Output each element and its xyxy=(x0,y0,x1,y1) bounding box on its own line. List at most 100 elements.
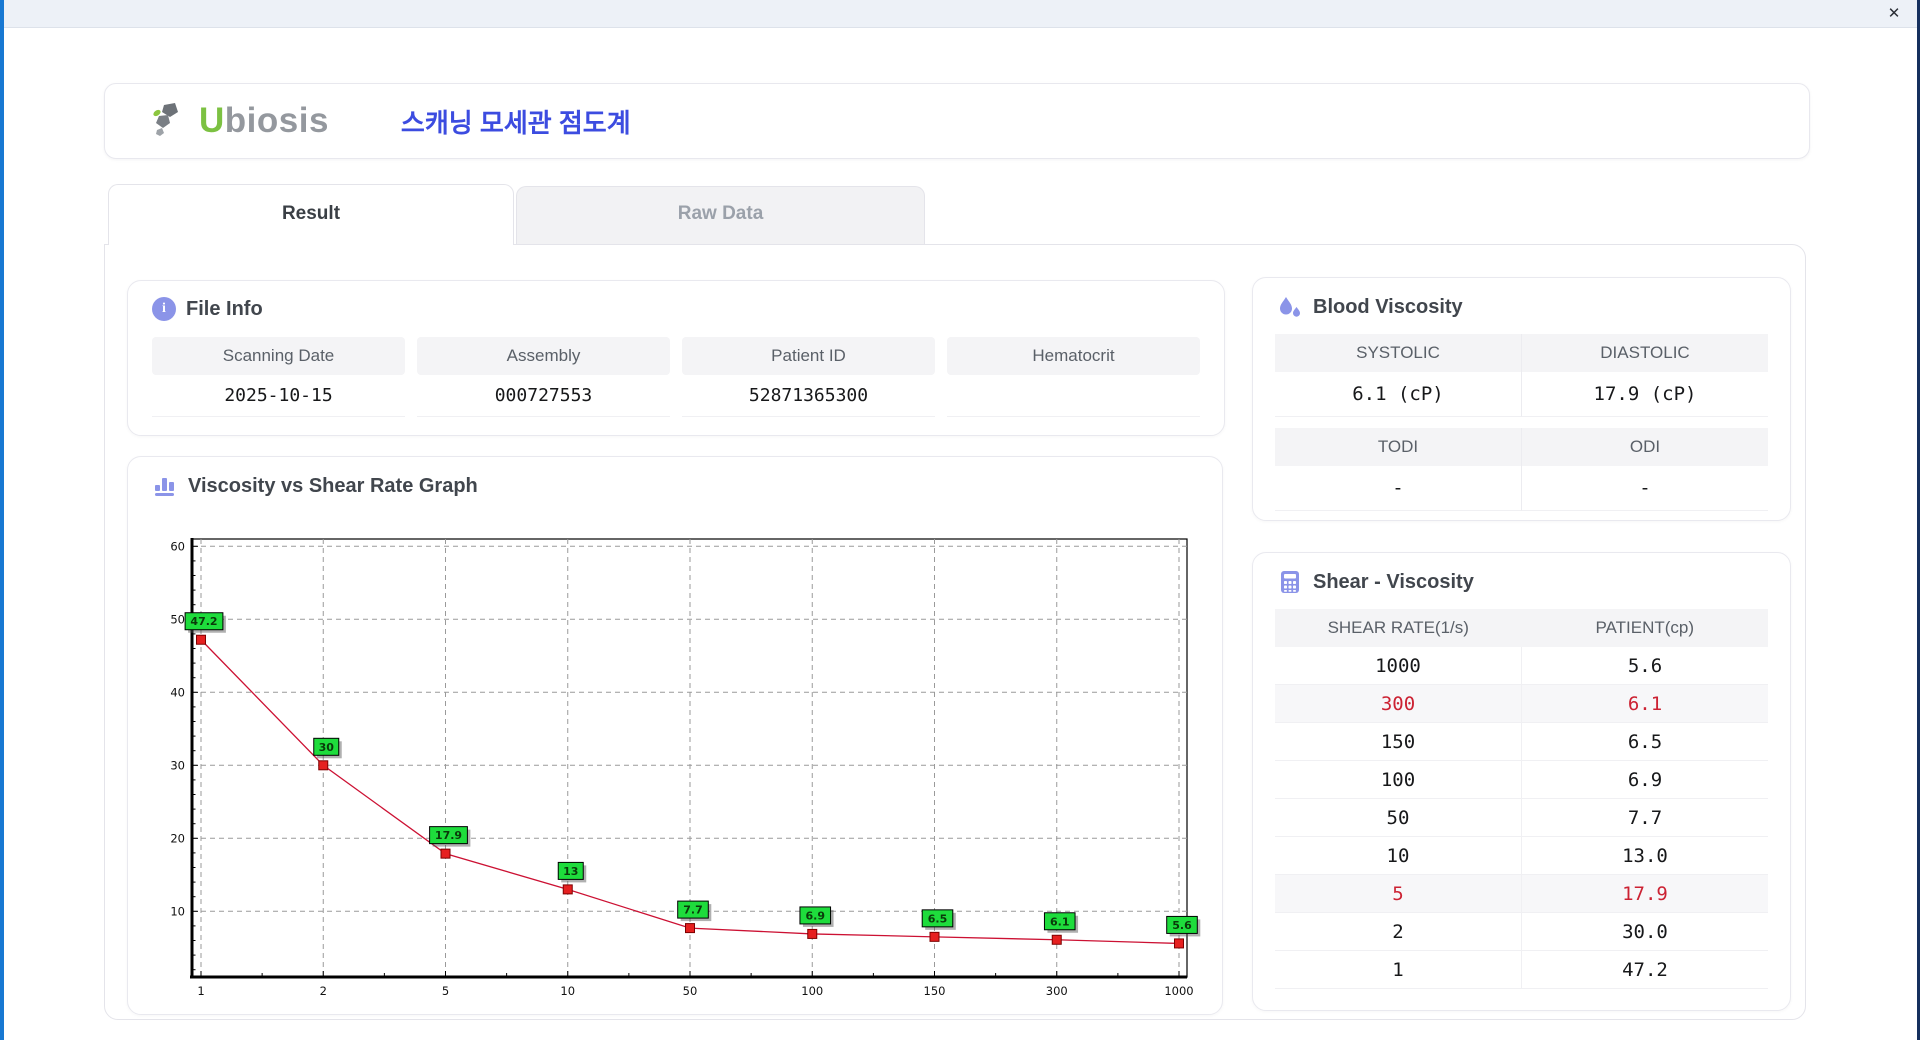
file-info-field: Scanning Date 2025-10-15 xyxy=(152,337,405,417)
todi-value: - xyxy=(1275,466,1521,511)
field-label: Scanning Date xyxy=(152,337,405,375)
chart-area: 10 20 30 40 50 60 1 2 5 10 50 100 150 300 1000 47.2 30 17… xyxy=(138,513,1214,1010)
svg-text:50: 50 xyxy=(683,984,698,998)
field-label: Patient ID xyxy=(682,337,935,375)
graph-title: Viscosity vs Shear Rate Graph xyxy=(188,474,478,497)
field-value: 2025-10-15 xyxy=(152,375,405,417)
shear-viscosity-title-row: Shear - Viscosity xyxy=(1253,553,1790,595)
odi-header: ODI xyxy=(1521,428,1768,466)
table-cell: 1 xyxy=(1392,958,1404,981)
file-info-field: Assembly 000727553 xyxy=(417,337,670,417)
file-info-card: i File Info Scanning Date 2025-10-15 Assem… xyxy=(127,280,1225,436)
table-cell: 47.2 xyxy=(1521,951,1768,988)
patient-column-header: PATIENT(cp) xyxy=(1595,618,1695,637)
info-icon: i xyxy=(152,297,176,321)
ubiosis-logo-icon xyxy=(153,103,178,136)
table-cell: 2 xyxy=(1392,920,1404,943)
table-cell: 50 xyxy=(1386,806,1410,829)
field-label: Assembly xyxy=(417,337,670,375)
table-cell: 100 xyxy=(1380,768,1416,791)
graph-card: Viscosity vs Shear Rate Graph 10 20 30 40 50… xyxy=(127,456,1223,1015)
calculator-icon xyxy=(1281,571,1299,593)
tab-result[interactable]: Result xyxy=(108,184,514,245)
file-info-title: File Info xyxy=(186,297,263,320)
graph-title-row: Viscosity vs Shear Rate Graph xyxy=(128,457,1222,499)
systolic-header: SYSTOLIC xyxy=(1275,334,1521,372)
table-row: 150 6.5 xyxy=(1275,723,1768,761)
shear-viscosity-title: Shear - Viscosity xyxy=(1313,570,1474,593)
blood-viscosity-title: Blood Viscosity xyxy=(1313,295,1463,318)
bar-chart-icon xyxy=(155,478,174,496)
logo: Ubiosis xyxy=(151,101,329,141)
table-row: 50 7.7 xyxy=(1275,799,1768,837)
table-cell: 5 xyxy=(1392,882,1404,905)
systolic-value: 6.1 (cP) xyxy=(1275,372,1521,417)
shear-table-header: SHEAR RATE(1/s) PATIENT(cp) xyxy=(1275,609,1768,647)
svg-text:13: 13 xyxy=(563,865,578,878)
svg-text:1000: 1000 xyxy=(1164,984,1193,998)
table-row: 2 30.0 xyxy=(1275,913,1768,951)
logo-text: Ubiosis xyxy=(199,101,329,140)
close-icon[interactable]: ✕ xyxy=(1883,4,1905,24)
table-row: 1000 5.6 xyxy=(1275,647,1768,685)
table-row: 10 13.0 xyxy=(1275,837,1768,875)
svg-text:20: 20 xyxy=(170,831,185,845)
svg-text:300: 300 xyxy=(1046,984,1068,998)
field-value: 000727553 xyxy=(417,375,670,417)
table-cell: 6.5 xyxy=(1521,723,1768,760)
diastolic-value: 17.9 (cP) xyxy=(1521,372,1768,417)
window-titlebar: ✕ xyxy=(4,0,1917,28)
svg-text:10: 10 xyxy=(170,904,185,918)
svg-text:100: 100 xyxy=(801,984,823,998)
file-info-title-row: i File Info xyxy=(128,281,1224,321)
svg-text:17.9: 17.9 xyxy=(435,829,462,842)
svg-text:40: 40 xyxy=(170,685,185,699)
svg-text:50: 50 xyxy=(170,612,185,626)
table-cell: 30.0 xyxy=(1521,913,1768,950)
table-row: 300 6.1 xyxy=(1275,685,1768,723)
svg-text:30: 30 xyxy=(170,758,185,772)
svg-text:2: 2 xyxy=(320,984,327,998)
table-cell: 150 xyxy=(1380,730,1416,753)
table-cell: 300 xyxy=(1380,692,1416,715)
droplets-icon xyxy=(1280,297,1300,317)
svg-text:7.7: 7.7 xyxy=(683,904,703,917)
svg-text:6.5: 6.5 xyxy=(928,912,948,925)
svg-text:1: 1 xyxy=(197,984,204,998)
svg-text:5: 5 xyxy=(442,984,449,998)
viscosity-chart: 10 20 30 40 50 60 1 2 5 10 50 100 150 300 1000 47.2 30 17… xyxy=(170,538,1201,998)
field-label: Hematocrit xyxy=(947,337,1200,375)
app-header: Ubiosis 스캐닝 모세관 점도계 xyxy=(104,83,1810,159)
shear-viscosity-table: SHEAR RATE(1/s) PATIENT(cp) 1000 5.6 300 6.… xyxy=(1275,609,1768,989)
shear-viscosity-card: Shear - Viscosity SHEAR RATE(1/s) PATIEN… xyxy=(1252,552,1791,1011)
shear-table-body: 1000 5.6 300 6.1 150 6.5 100 6.9 50 7.7 10 13.0 5 17.… xyxy=(1275,647,1768,989)
table-row: 1 47.2 xyxy=(1275,951,1768,989)
svg-text:10: 10 xyxy=(560,984,575,998)
odi-value: - xyxy=(1521,466,1768,511)
tab-raw-data[interactable]: Raw Data xyxy=(516,186,925,245)
svg-text:60: 60 xyxy=(170,539,185,553)
table-cell: 6.1 xyxy=(1521,685,1768,722)
table-cell: 1000 xyxy=(1375,654,1421,677)
svg-text:6.1: 6.1 xyxy=(1050,915,1070,928)
table-cell: 10 xyxy=(1386,844,1410,867)
content-panel: i File Info Scanning Date 2025-10-15 Assem… xyxy=(104,244,1806,1020)
table-cell: 7.7 xyxy=(1521,799,1768,836)
window-left-border xyxy=(0,0,4,1040)
svg-text:30: 30 xyxy=(319,741,335,754)
svg-text:5.6: 5.6 xyxy=(1172,919,1192,932)
svg-text:150: 150 xyxy=(924,984,946,998)
file-info-grid: Scanning Date 2025-10-15 Assembly 000727553… xyxy=(128,321,1224,417)
table-cell: 13.0 xyxy=(1521,837,1768,874)
file-info-field: Patient ID 52871365300 xyxy=(682,337,935,417)
svg-text:47.2: 47.2 xyxy=(190,615,217,628)
table-row: 100 6.9 xyxy=(1275,761,1768,799)
table-row: 5 17.9 xyxy=(1275,875,1768,913)
blood-viscosity-card: Blood Viscosity SYSTOLIC DIASTOLIC 6.1 (… xyxy=(1252,277,1791,521)
table-cell: 17.9 xyxy=(1521,875,1768,912)
field-value xyxy=(947,375,1200,417)
blood-viscosity-title-row: Blood Viscosity xyxy=(1253,278,1790,320)
field-value: 52871365300 xyxy=(682,375,935,417)
file-info-field: Hematocrit xyxy=(947,337,1200,417)
blood-viscosity-table: SYSTOLIC DIASTOLIC 6.1 (cP) 17.9 (cP) TO… xyxy=(1275,334,1768,511)
